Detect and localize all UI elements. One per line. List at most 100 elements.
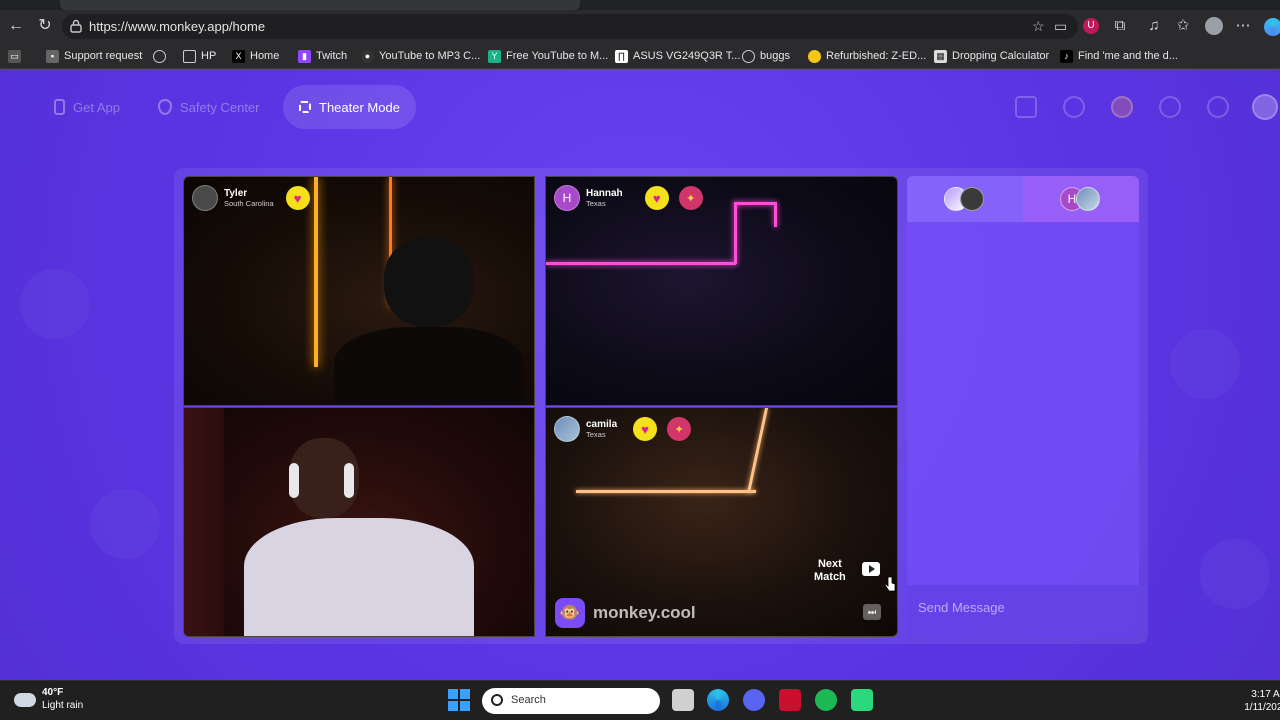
camera-icon[interactable]: ▭ xyxy=(1054,18,1067,35)
edge-copilot-icon[interactable] xyxy=(1264,18,1280,36)
favorites-icon[interactable]: ✩ xyxy=(1172,15,1194,37)
user-location: Texas xyxy=(586,199,606,208)
support-icon: ▪ xyxy=(46,49,59,63)
star-icon[interactable]: ☆ xyxy=(1032,18,1045,35)
led-strip xyxy=(546,262,736,265)
hand-cursor-icon xyxy=(884,576,896,592)
video-tile-self[interactable] xyxy=(183,407,535,637)
discord-icon[interactable] xyxy=(743,689,765,711)
bookmark-item[interactable]: ∏ ASUS VG249Q3R T... xyxy=(615,48,740,64)
url-text[interactable]: https://www.monkey.app/home xyxy=(89,19,265,34)
headphones-icon xyxy=(344,463,354,498)
heart-icon[interactable]: ♥ xyxy=(644,186,669,210)
start-icon[interactable] xyxy=(448,689,470,711)
globe-icon xyxy=(153,49,166,63)
award-badge-icon[interactable]: ✦ xyxy=(667,417,692,441)
calculator-icon: ▦ xyxy=(934,49,947,63)
bookmark-item[interactable]: Refurbished: Z-ED... xyxy=(808,48,926,64)
avatar: H xyxy=(554,185,580,211)
group-avatars xyxy=(944,187,986,211)
bookmark-item[interactable]: ▦ Dropping Calculator xyxy=(934,48,1049,64)
messages-icon[interactable] xyxy=(1207,96,1229,118)
video-tile-tyler[interactable]: Tyler South Carolina ♥ xyxy=(183,176,535,406)
monkey-watermark: 🐵 monkey.cool xyxy=(555,598,696,628)
history-icon[interactable] xyxy=(1159,96,1181,118)
bookmark-item[interactable]: buggs xyxy=(742,48,790,64)
converter-icon: ● xyxy=(361,49,374,63)
taskbar-search[interactable]: Search xyxy=(482,688,660,714)
task-view-icon[interactable] xyxy=(672,689,694,711)
shield-icon xyxy=(158,99,172,115)
background-decoration xyxy=(1200,539,1270,609)
address-bar[interactable]: https://www.monkey.app/home ☆ ▭ xyxy=(62,14,1078,39)
next-match-button[interactable] xyxy=(862,562,880,576)
curtain xyxy=(184,408,224,636)
next-match-label[interactable]: Next Match xyxy=(814,558,846,584)
get-app-button[interactable]: Get App xyxy=(38,85,136,129)
ytm-icon: Y xyxy=(488,49,501,63)
folder-icon xyxy=(183,49,196,63)
coins-icon[interactable] xyxy=(1111,96,1133,118)
safety-center-button[interactable]: Safety Center xyxy=(142,85,276,129)
bookmark-item[interactable]: HP xyxy=(183,48,216,64)
shop-icon[interactable] xyxy=(1015,96,1037,118)
award-badge-icon[interactable]: ✦ xyxy=(678,186,703,210)
spotify-icon[interactable] xyxy=(815,689,837,711)
avatar xyxy=(192,185,218,211)
led-strip xyxy=(734,202,737,264)
menu-icon[interactable]: ⋯ xyxy=(1232,15,1254,37)
globe-icon xyxy=(742,49,755,63)
led-strip xyxy=(774,202,777,227)
bookmark-item[interactable]: ▪ Support request xyxy=(46,48,142,64)
person-silhouette xyxy=(384,237,474,327)
bookmark-item[interactable]: Y Free YouTube to M... xyxy=(488,48,608,64)
sidebar-toggle-icon[interactable]: ▭ xyxy=(8,48,21,64)
edge-icon[interactable] xyxy=(707,689,729,711)
skip-icon[interactable]: ⏭ xyxy=(863,604,881,620)
background-decoration xyxy=(20,269,90,339)
search-icon[interactable] xyxy=(1063,96,1085,118)
profile-avatar-icon[interactable] xyxy=(1205,17,1223,35)
led-strip xyxy=(576,490,756,493)
led-strip xyxy=(314,177,318,367)
ebay-icon xyxy=(808,49,821,63)
android-app-icon[interactable] xyxy=(851,689,873,711)
weather-widget[interactable]: 40°F Light rain xyxy=(14,687,83,712)
bookmarks-bar: ▭ ▪ Support request HP X Home ▮ Twitch ● You… xyxy=(0,43,1280,69)
bookmark-item[interactable]: X Home xyxy=(232,48,279,64)
system-clock[interactable]: 3:17 AM 1/11/2024 xyxy=(1238,688,1280,714)
phone-icon xyxy=(54,99,65,115)
asus-icon: ∏ xyxy=(615,49,628,63)
bookmark-item[interactable]: ▮ Twitch xyxy=(298,48,347,64)
active-tab[interactable] xyxy=(60,0,580,10)
tab-strip xyxy=(0,0,1280,10)
heart-icon[interactable]: ♥ xyxy=(285,186,310,210)
bookmark-item[interactable]: ♪ Find 'me and the d... xyxy=(1060,48,1178,64)
search-icon xyxy=(491,694,503,706)
back-icon[interactable]: ← xyxy=(5,15,27,37)
video-tile-camila[interactable]: camila Texas ♥ ✦ Next Match ⏭ 🐵 monkey.c… xyxy=(545,407,898,637)
person-silhouette xyxy=(334,327,524,405)
chat-tab-group-2[interactable]: H xyxy=(1023,176,1139,222)
user-location: South Carolina xyxy=(224,199,274,208)
group-avatars: H xyxy=(1060,187,1102,211)
profile-avatar-icon[interactable] xyxy=(1252,94,1278,120)
theater-mode-button[interactable]: Theater Mode xyxy=(283,85,416,129)
message-input[interactable]: Send Message xyxy=(907,585,1139,637)
media-icon[interactable]: ♫ xyxy=(1143,15,1165,37)
site-info-icon[interactable] xyxy=(70,19,82,33)
bookmark-item[interactable]: ● YouTube to MP3 C... xyxy=(361,48,480,64)
bookmark-item[interactable] xyxy=(153,48,166,64)
roblox-icon[interactable] xyxy=(779,689,801,711)
reload-icon[interactable]: ↻ xyxy=(34,15,56,37)
extensions-puzzle-icon[interactable]: ⧉ xyxy=(1109,15,1131,37)
monkey-logo-icon: 🐵 xyxy=(555,598,585,628)
video-tile-hannah[interactable]: H Hannah Texas ♥ ✦ xyxy=(545,176,898,406)
user-name: Tyler xyxy=(224,188,248,199)
background-decoration xyxy=(90,489,160,559)
extension-icon[interactable]: U xyxy=(1083,18,1099,34)
chat-tab-group-1[interactable] xyxy=(907,176,1023,222)
heart-icon[interactable]: ♥ xyxy=(633,417,658,441)
led-strip xyxy=(734,202,774,205)
expand-icon xyxy=(299,101,311,113)
